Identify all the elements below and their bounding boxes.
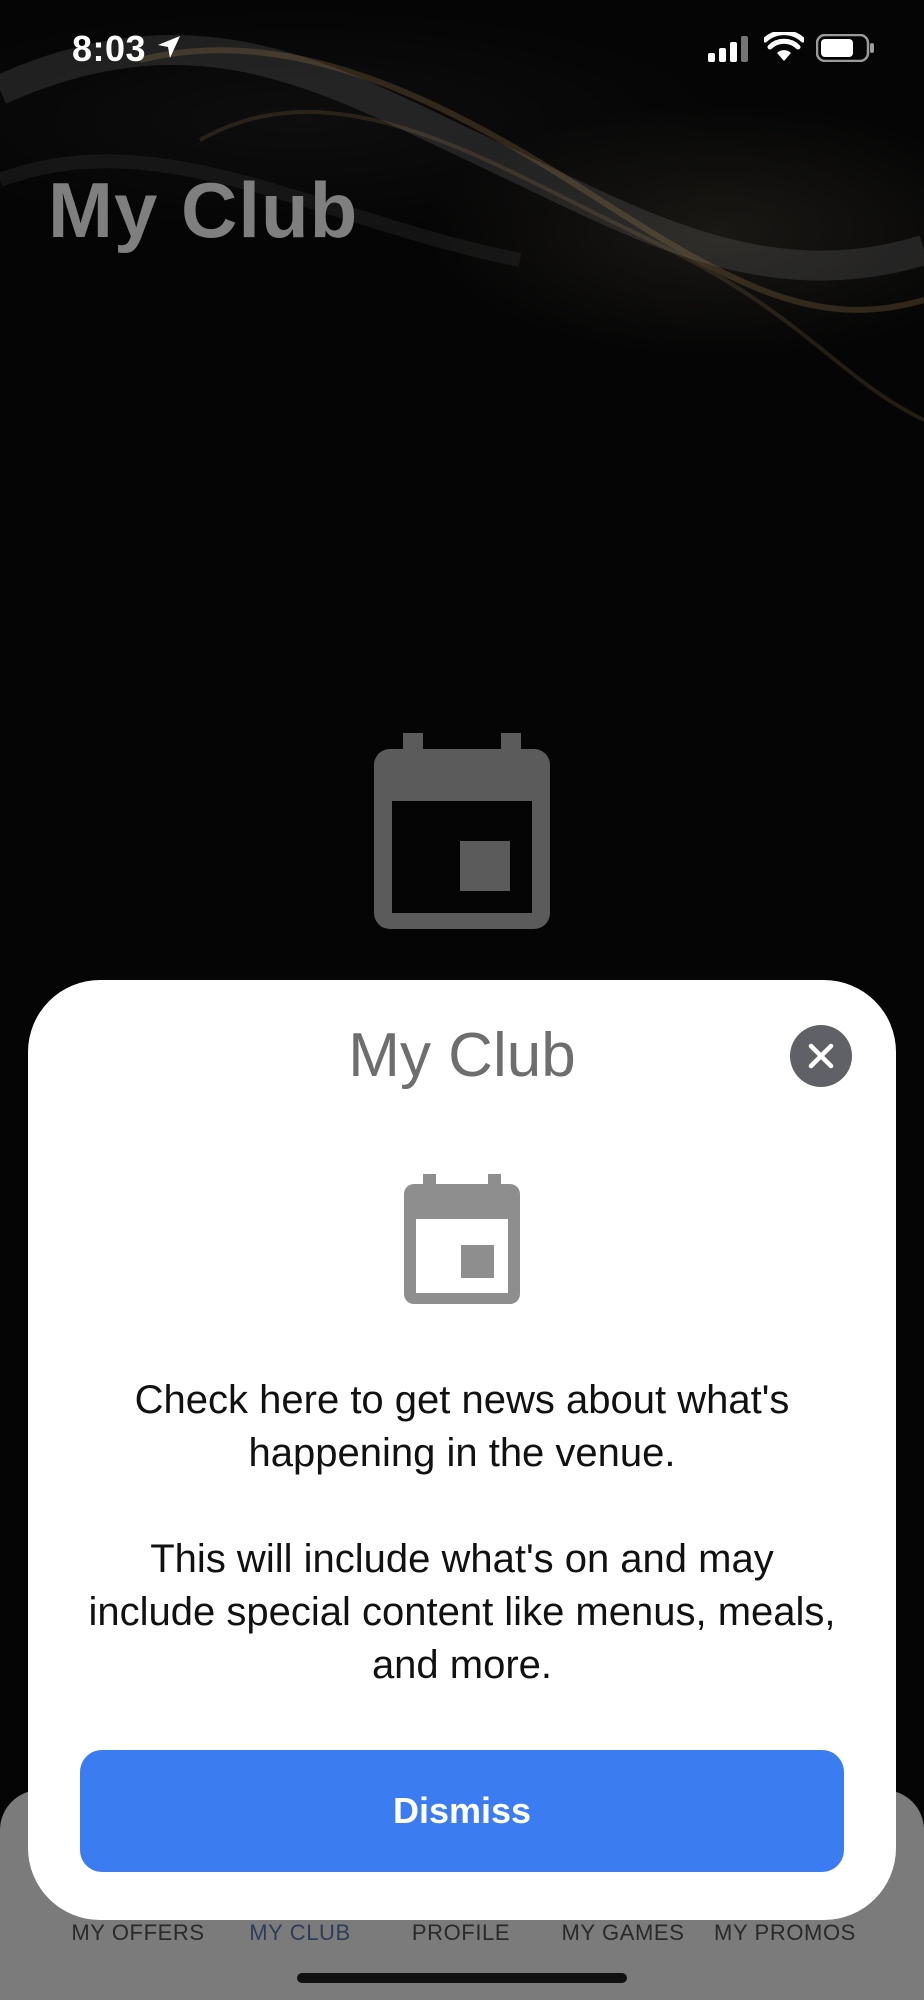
modal-paragraph: This will include what's on and may incl… — [88, 1537, 836, 1687]
tab-my-offers[interactable]: MY OFFERS — [71, 1920, 204, 1946]
info-modal: My Club Check here to get news about wha… — [28, 980, 896, 1920]
battery-icon — [816, 34, 874, 62]
tab-my-games[interactable]: MY GAMES — [562, 1920, 685, 1946]
status-bar: 8:03 — [0, 0, 924, 100]
status-time: 8:03 — [72, 28, 147, 69]
close-icon — [808, 1043, 834, 1069]
close-button[interactable] — [790, 1025, 852, 1087]
calendar-icon — [374, 733, 550, 929]
tab-my-promos[interactable]: MY PROMOS — [714, 1920, 856, 1946]
modal-title: My Club — [348, 1021, 576, 1090]
tab-my-club[interactable]: MY CLUB — [249, 1920, 351, 1946]
modal-paragraph: Check here to get news about what's happ… — [134, 1378, 790, 1475]
cellular-signal-icon — [708, 36, 748, 62]
location-arrow-icon — [158, 36, 180, 58]
home-indicator — [297, 1973, 627, 1983]
wifi-icon — [764, 32, 804, 61]
modal-description: Check here to get news about what's happ… — [88, 1374, 836, 1692]
page-title: My Club — [48, 166, 359, 254]
calendar-icon — [404, 1174, 520, 1304]
tab-profile[interactable]: PROFILE — [412, 1920, 510, 1946]
dismiss-button[interactable]: Dismiss — [80, 1750, 844, 1872]
